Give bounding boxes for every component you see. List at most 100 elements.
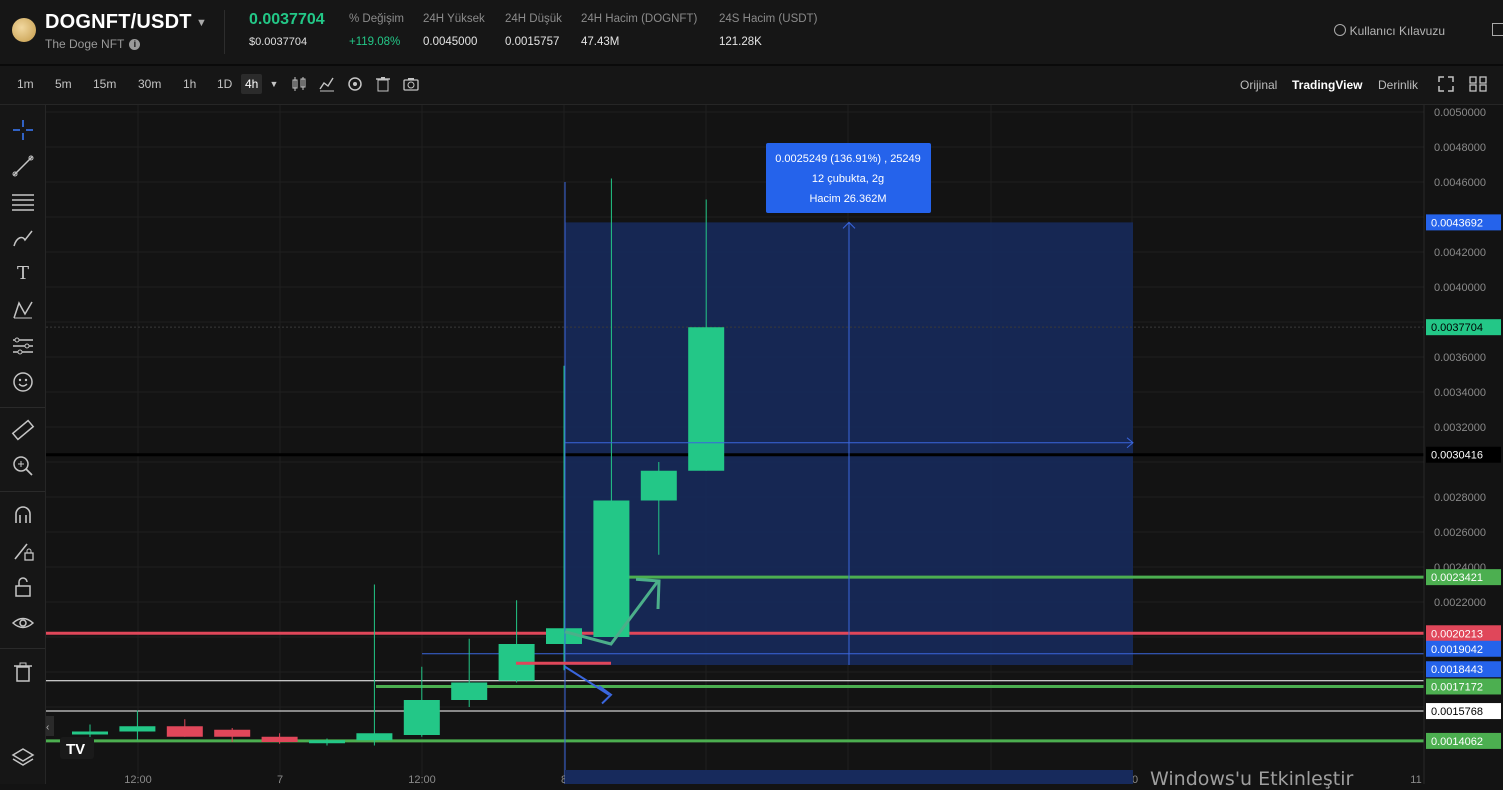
candle-body — [309, 740, 345, 744]
price-tick-label: 0.0046000 — [1434, 177, 1486, 189]
candle-body — [72, 731, 108, 735]
fib-lines-icon[interactable] — [11, 190, 35, 214]
price-tick-label: 0.0036000 — [1434, 352, 1486, 364]
emoji-icon[interactable] — [11, 370, 35, 394]
magnet-icon[interactable] — [11, 503, 35, 527]
timeframe-dropdown-icon[interactable]: ▼ — [266, 76, 282, 92]
info-icon[interactable]: i — [129, 39, 141, 51]
stat-low-value: 0.0015757 — [505, 36, 560, 48]
stat-high-label: 24H Yüksek — [423, 13, 485, 25]
candle-body — [356, 733, 393, 741]
last-price-usd: $0.0037704 — [249, 36, 308, 48]
price-tag-label: 0.0019042 — [1431, 644, 1483, 656]
pair-selector[interactable]: DOGNFT/USDT — [45, 11, 192, 34]
header-divider — [224, 10, 225, 54]
prediction-icon[interactable] — [11, 334, 35, 358]
chevron-down-icon[interactable]: ▼ — [196, 17, 207, 29]
price-tag-label: 0.0020213 — [1431, 628, 1483, 640]
layers-icon[interactable] — [11, 745, 35, 769]
candle-type-icon[interactable] — [291, 76, 307, 92]
eye-icon[interactable] — [11, 611, 35, 635]
price-tick-label: 0.0022000 — [1434, 597, 1486, 609]
ruler-icon[interactable] — [11, 418, 35, 442]
time-tick-label: 7 — [277, 774, 283, 784]
grid-layout-icon[interactable] — [1469, 76, 1487, 92]
collapse-toggle[interactable]: ‹ — [46, 716, 54, 736]
view-tradingview[interactable]: TradingView — [1292, 78, 1362, 92]
tooltip-line2: 12 çubukta, 2g — [812, 173, 884, 185]
trend-line-icon[interactable] — [11, 154, 35, 178]
measure-tooltip: 0.0025249 (136.91%) , 25249 12 çubukta, … — [766, 143, 931, 213]
candle-body — [593, 500, 630, 637]
tf-15m[interactable]: 15m — [93, 77, 116, 91]
price-tag-label: 0.0043692 — [1431, 217, 1483, 229]
time-tick-label: 11 — [1410, 774, 1421, 784]
price-tag-label: 0.0018443 — [1431, 664, 1483, 676]
price-chart[interactable]: 0.0050000 0.0048000 0.0046000 0.0042000 0.00… — [46, 105, 1503, 784]
price-tag-label: 0.0023421 — [1431, 572, 1483, 584]
pattern-icon[interactable] — [11, 298, 35, 322]
zoom-in-icon[interactable] — [11, 454, 35, 478]
tooltip-line1: 0.0025249 (136.91%) , 25249 — [775, 153, 921, 165]
stat-change-value: +119.08% — [349, 36, 401, 48]
candle-body — [214, 729, 251, 737]
svg-text:TV: TV — [66, 741, 85, 758]
price-tag-label: 0.0037704 — [1431, 322, 1483, 334]
stat-vol-quote-value: 121.28K — [719, 36, 762, 48]
market-header: DOGNFT/USDT ▼ The Doge NFT i 0.0037704 $0… — [0, 0, 1503, 66]
price-tick-label: 0.0048000 — [1434, 142, 1486, 154]
svg-text:‹: ‹ — [46, 722, 49, 733]
tf-1d[interactable]: 1D — [217, 77, 232, 91]
price-tag: 0.0020213 — [1426, 625, 1501, 642]
last-price: 0.0037704 — [249, 11, 325, 28]
price-tick-label: 0.0042000 — [1434, 247, 1486, 259]
coin-name-text: The Doge NFT — [45, 37, 125, 51]
brush-icon[interactable] — [11, 226, 35, 250]
tf-1h[interactable]: 1h — [183, 77, 196, 91]
crosshair-icon[interactable] — [11, 118, 35, 142]
tv-logo: TV — [60, 737, 94, 759]
price-tag-label: 0.0015768 — [1431, 706, 1483, 718]
tf-30m[interactable]: 30m — [138, 77, 161, 91]
price-tag: 0.0019042 — [1426, 640, 1501, 657]
price-tick-label: 0.0026000 — [1434, 527, 1486, 539]
tf-5m[interactable]: 5m — [55, 77, 72, 91]
candle-body — [403, 700, 440, 735]
price-tick-label: 0.0034000 — [1434, 387, 1486, 399]
lock-icon[interactable] — [11, 575, 35, 599]
indicators-icon[interactable] — [319, 76, 335, 92]
stat-vol-quote-label: 24S Hacim (USDT) — [719, 13, 818, 25]
camera-icon[interactable] — [403, 76, 419, 92]
price-tag-label: 0.0014062 — [1431, 736, 1483, 748]
candle-body — [640, 470, 677, 501]
delete-drawings-icon[interactable] — [11, 660, 35, 684]
candle-body — [119, 726, 156, 732]
view-original[interactable]: Orijinal — [1240, 78, 1277, 92]
trash-icon[interactable] — [375, 76, 391, 92]
user-guide-link[interactable]: Kullanıcı Kılavuzu — [1333, 24, 1445, 38]
user-guide-text: Kullanıcı Kılavuzu — [1349, 24, 1445, 38]
price-tag: 0.0043692 — [1426, 214, 1501, 231]
price-tag: 0.0018443 — [1426, 661, 1501, 678]
fullscreen-icon[interactable] — [1438, 76, 1454, 92]
coin-name: The Doge NFT i — [45, 37, 141, 51]
coin-logo — [12, 18, 36, 42]
text-tool-icon[interactable]: T — [11, 262, 35, 286]
windows-activation-watermark: Windows'u Etkinleştir — [1150, 768, 1354, 790]
price-tag: 0.0015768 — [1426, 703, 1501, 720]
settings-icon[interactable] — [347, 76, 363, 92]
view-depth[interactable]: Derinlik — [1378, 78, 1418, 92]
candle-body — [261, 736, 298, 742]
lock-drawing-icon[interactable] — [11, 539, 35, 563]
candle-body — [688, 327, 725, 471]
price-tick-label: 0.0032000 — [1434, 422, 1486, 434]
tf-4h[interactable]: 4h — [241, 74, 263, 94]
drawing-toolbar: T — [0, 105, 46, 784]
price-tick-label: 0.0040000 — [1434, 282, 1486, 294]
tf-1m[interactable]: 1m — [17, 77, 34, 91]
price-tag: 0.0014062 — [1426, 732, 1501, 749]
stat-high-value: 0.0045000 — [423, 36, 478, 48]
time-range-highlight — [565, 770, 1133, 784]
price-tag: 0.0023421 — [1426, 569, 1501, 586]
layout-icon[interactable] — [1492, 23, 1503, 36]
